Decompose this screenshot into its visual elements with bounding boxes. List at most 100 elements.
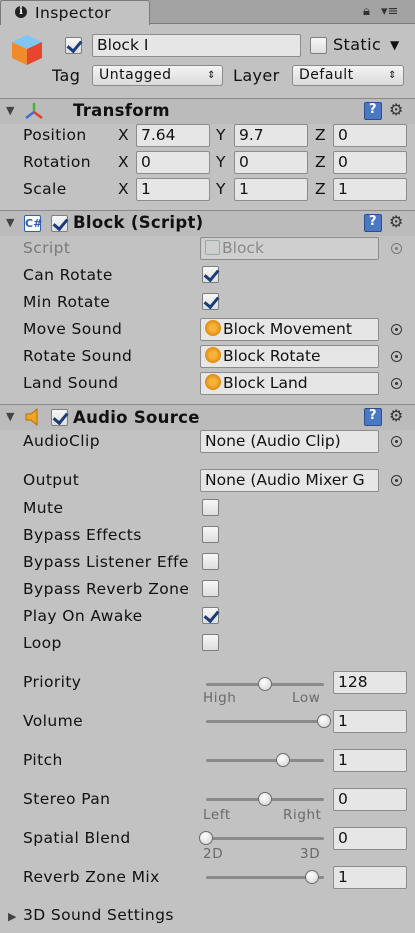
rotate-sound-field[interactable]: Block Rotate bbox=[200, 345, 379, 368]
pitch-slider-track[interactable] bbox=[206, 759, 324, 762]
audio-source-title: Audio Source bbox=[73, 408, 200, 427]
can-rotate-label: Can Rotate bbox=[23, 266, 113, 284]
info-icon: i bbox=[15, 6, 27, 18]
axis-z-label[interactable]: Z bbox=[315, 180, 326, 198]
pitch-slider-thumb[interactable] bbox=[275, 753, 290, 767]
script-enabled-checkbox[interactable] bbox=[51, 215, 68, 232]
can-rotate-checkbox[interactable] bbox=[202, 266, 219, 283]
active-checkbox[interactable] bbox=[65, 37, 82, 54]
foldout-open-icon[interactable]: ▼ bbox=[6, 104, 14, 117]
audio-clip-icon bbox=[205, 320, 221, 336]
stereo-pan-field[interactable]: 0 bbox=[333, 788, 407, 811]
bypass-effects-label: Bypass Effects bbox=[23, 526, 142, 544]
position-z-field[interactable]: 0 bbox=[333, 124, 407, 147]
volume-slider-track[interactable] bbox=[206, 720, 324, 723]
position-label: Position bbox=[23, 126, 87, 144]
axis-x-label[interactable]: X bbox=[118, 180, 129, 198]
sound3d-settings-label[interactable]: 3D Sound Settings bbox=[23, 906, 174, 924]
foldout-closed-icon[interactable]: ▶ bbox=[8, 910, 16, 923]
static-label: Static bbox=[333, 35, 382, 54]
tag-dropdown[interactable]: Untagged ⇕ bbox=[92, 65, 223, 86]
bypass-effects-checkbox[interactable] bbox=[202, 526, 219, 543]
static-checkbox[interactable] bbox=[310, 37, 327, 54]
scale-label: Scale bbox=[23, 180, 67, 198]
mute-checkbox[interactable] bbox=[202, 499, 219, 516]
foldout-open-icon[interactable]: ▼ bbox=[6, 410, 14, 423]
object-picker-icon[interactable] bbox=[391, 378, 402, 389]
priority-label: Priority bbox=[23, 673, 82, 691]
axis-z-label[interactable]: Z bbox=[315, 126, 326, 144]
pitch-field[interactable]: 1 bbox=[333, 749, 407, 772]
play-on-awake-checkbox[interactable] bbox=[202, 607, 219, 624]
land-sound-field[interactable]: Block Land bbox=[200, 372, 379, 395]
audioclip-field[interactable]: None (Audio Clip) bbox=[200, 430, 379, 453]
block-script-title: Block (Script) bbox=[73, 213, 204, 232]
reverb-mix-field[interactable]: 1 bbox=[333, 866, 407, 889]
tab-menu-icon[interactable]: ▾≡ bbox=[381, 4, 398, 19]
lock-icon[interactable]: 🔒︎ bbox=[363, 4, 370, 19]
pan-max-label: Right bbox=[283, 807, 322, 823]
reverb-mix-slider-thumb[interactable] bbox=[305, 870, 320, 884]
rotation-x-field[interactable]: 0 bbox=[136, 151, 210, 174]
spatial-blend-field[interactable]: 0 bbox=[333, 827, 407, 850]
audio-clip-icon bbox=[205, 347, 221, 363]
script-icon: C# bbox=[24, 215, 43, 232]
scale-y-field[interactable]: 1 bbox=[234, 178, 308, 201]
axis-z-label[interactable]: Z bbox=[315, 153, 326, 171]
loop-label: Loop bbox=[23, 634, 62, 652]
spatial-blend-slider-track[interactable] bbox=[206, 837, 324, 840]
min-rotate-checkbox[interactable] bbox=[202, 293, 219, 310]
audio-enabled-checkbox[interactable] bbox=[51, 409, 68, 426]
volume-slider-thumb[interactable] bbox=[317, 714, 331, 728]
audio-clip-icon bbox=[205, 374, 221, 390]
volume-label: Volume bbox=[23, 712, 84, 730]
static-dropdown-icon[interactable]: ▼ bbox=[390, 38, 399, 52]
tab-inspector[interactable]: i Inspector bbox=[0, 0, 150, 25]
scale-x-field[interactable]: 1 bbox=[136, 178, 210, 201]
position-y-field[interactable]: 9.7 bbox=[234, 124, 308, 147]
object-picker-icon[interactable] bbox=[391, 475, 402, 486]
loop-checkbox[interactable] bbox=[202, 634, 219, 651]
priority-field[interactable]: 128 bbox=[333, 671, 407, 694]
axis-x-label[interactable]: X bbox=[118, 153, 129, 171]
blend-min-label: 2D bbox=[203, 846, 224, 862]
priority-slider-thumb[interactable] bbox=[258, 677, 272, 691]
spatial-blend-slider-thumb[interactable] bbox=[199, 831, 213, 845]
volume-field[interactable]: 1 bbox=[333, 710, 407, 733]
object-name-field[interactable]: Block I bbox=[92, 34, 301, 57]
help-icon[interactable] bbox=[364, 408, 382, 426]
help-icon[interactable] bbox=[364, 214, 382, 232]
rotation-y-field[interactable]: 0 bbox=[234, 151, 308, 174]
gear-icon[interactable]: ⚙ bbox=[389, 100, 403, 119]
stereo-pan-slider-thumb[interactable] bbox=[258, 792, 272, 806]
block-script-header[interactable]: ▼ C# Block (Script) ⚙ bbox=[0, 210, 415, 236]
axis-y-label[interactable]: Y bbox=[216, 126, 225, 144]
object-picker-icon[interactable] bbox=[391, 351, 402, 362]
blend-max-label: 3D bbox=[300, 846, 321, 862]
gear-icon[interactable]: ⚙ bbox=[389, 406, 403, 425]
rotation-z-field[interactable]: 0 bbox=[333, 151, 407, 174]
bypass-listener-checkbox[interactable] bbox=[202, 553, 219, 570]
object-picker-icon[interactable] bbox=[391, 324, 402, 335]
position-x-field[interactable]: 7.64 bbox=[136, 124, 210, 147]
pan-min-label: Left bbox=[203, 807, 231, 823]
layer-dropdown[interactable]: Default ⇕ bbox=[292, 65, 404, 86]
audio-source-header[interactable]: ▼ Audio Source ⚙ bbox=[0, 404, 415, 430]
help-icon[interactable] bbox=[364, 102, 382, 120]
output-field[interactable]: None (Audio Mixer G bbox=[200, 469, 379, 492]
axis-y-label[interactable]: Y bbox=[216, 153, 225, 171]
script-field: Block bbox=[200, 237, 379, 260]
foldout-open-icon[interactable]: ▼ bbox=[6, 216, 14, 229]
script-file-icon bbox=[205, 240, 220, 255]
axis-x-label[interactable]: X bbox=[118, 126, 129, 144]
gear-icon[interactable]: ⚙ bbox=[389, 212, 403, 231]
object-picker-icon[interactable] bbox=[391, 436, 402, 447]
transform-icon bbox=[24, 101, 44, 125]
transform-header[interactable]: ▼ Transform ⚙ bbox=[0, 98, 415, 124]
axis-y-label[interactable]: Y bbox=[216, 180, 225, 198]
bypass-reverb-checkbox[interactable] bbox=[202, 580, 219, 597]
scale-z-field[interactable]: 1 bbox=[333, 178, 407, 201]
layer-value: Default bbox=[299, 67, 354, 83]
move-sound-field[interactable]: Block Movement bbox=[200, 318, 379, 341]
tag-value: Untagged bbox=[99, 67, 172, 83]
